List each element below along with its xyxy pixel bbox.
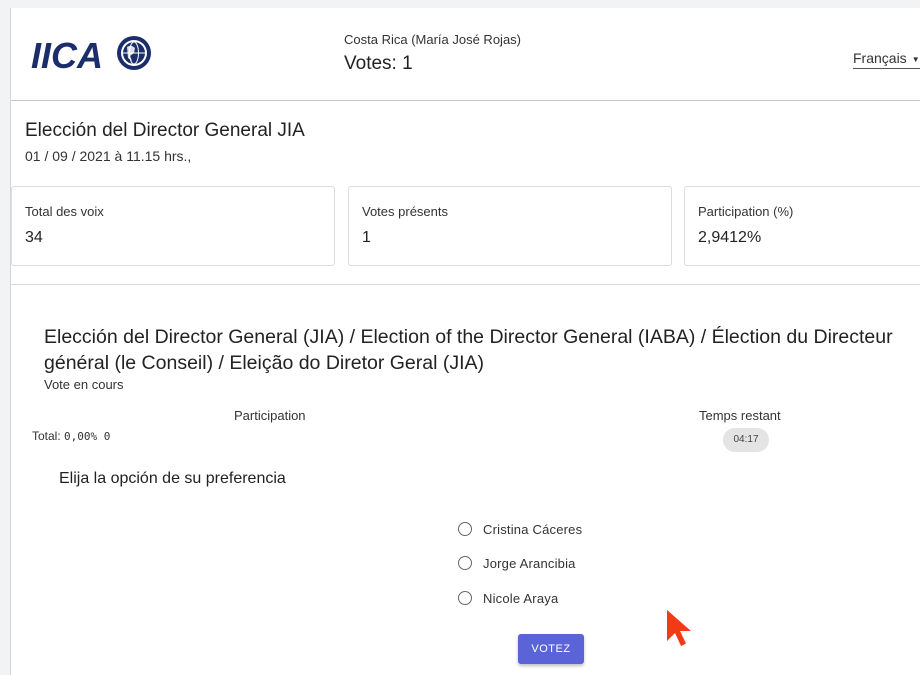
option-label: Nicole Araya: [483, 590, 559, 606]
total-value: 0,00% 0: [64, 430, 111, 443]
stat-label: Participation (%): [698, 204, 794, 219]
option-cristina-caceres[interactable]: Cristina Cáceres: [458, 519, 582, 539]
stat-label: Total des voix: [25, 204, 104, 219]
option-jorge-arancibia[interactable]: Jorge Arancibia: [458, 553, 576, 573]
radio-icon[interactable]: [458, 522, 472, 536]
top-bar: IICA Costa Rica (María José Rojas) Votes…: [11, 8, 920, 101]
election-date: 01 / 09 / 2021 à 11.15 hrs.,: [25, 148, 192, 164]
total-label: Total:: [32, 429, 61, 443]
time-remaining-heading: Temps restant: [699, 408, 781, 423]
time-remaining-chip: 04:17: [723, 428, 769, 452]
stat-value: 2,9412%: [698, 229, 762, 246]
language-selector[interactable]: Français ▼: [853, 50, 920, 69]
stat-card-present-votes: Votes présents 1: [348, 186, 672, 266]
radio-icon[interactable]: [458, 556, 472, 570]
language-label: Français: [853, 50, 907, 66]
option-label: Cristina Cáceres: [483, 521, 583, 537]
vote-status: Vote en cours: [44, 377, 124, 392]
vote-prompt: Elija la opción de su preferencia: [59, 470, 286, 487]
voting-page: IICA Costa Rica (María José Rojas) Votes…: [10, 8, 920, 675]
stat-value: 1: [362, 229, 371, 246]
election-title: Elección del Director General JIA: [25, 120, 305, 141]
iica-logo: IICA: [31, 34, 153, 79]
votes-count: Votes: 1: [344, 53, 413, 74]
radio-icon[interactable]: [458, 591, 472, 605]
delegation-name: Costa Rica (María José Rojas): [344, 32, 521, 47]
option-label: Jorge Arancibia: [483, 555, 576, 571]
logo-wordmark: IICA: [31, 35, 103, 74]
caret-down-icon: ▼: [911, 54, 920, 64]
option-nicole-araya[interactable]: Nicole Araya: [458, 588, 558, 608]
vote-button[interactable]: VOTEZ: [518, 634, 584, 664]
globe-icon: [117, 36, 151, 70]
vote-title: Elección del Director General (JIA) / El…: [44, 326, 893, 374]
section-divider: [11, 284, 920, 285]
stat-value: 34: [25, 229, 43, 246]
stat-card-participation: Participation (%) 2,9412%: [684, 186, 920, 266]
mouse-cursor-icon: [665, 608, 695, 653]
participation-heading: Participation: [234, 408, 306, 423]
participation-total: Total: 0,00% 0: [32, 429, 110, 443]
stat-card-total-votes: Total des voix 34: [11, 186, 335, 266]
stat-label: Votes présents: [362, 204, 448, 219]
